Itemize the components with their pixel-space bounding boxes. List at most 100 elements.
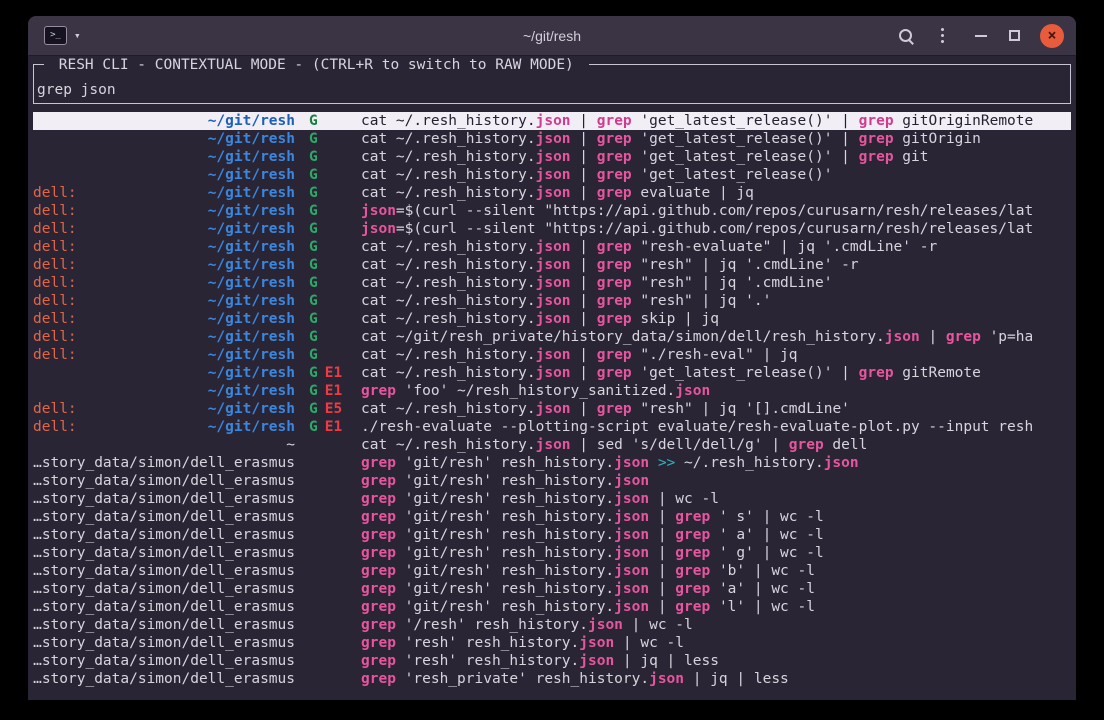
- flags-group: [295, 598, 361, 616]
- command-segment: |: [649, 527, 675, 543]
- command-segment: skip | jq: [632, 311, 719, 327]
- flag-g: G: [309, 328, 318, 346]
- match-highlight: json: [614, 455, 649, 471]
- history-row[interactable]: …story_data/simon/dell_erasmusgrep 'git/…: [33, 526, 1071, 544]
- history-row[interactable]: dell:~/git/reshGcat ~/.resh_history.json…: [33, 274, 1071, 292]
- flags-group: G: [295, 220, 361, 238]
- command-segment: [649, 455, 658, 471]
- flags-group: [295, 490, 361, 508]
- host-label: dell:: [33, 220, 77, 238]
- row-location: …story_data/simon/dell_erasmus: [33, 454, 295, 472]
- history-row[interactable]: dell: ~/git/resh Gcat ~/git/resh_private/h…: [33, 328, 1071, 346]
- flag-e5: E5: [325, 400, 342, 418]
- match-highlight: json: [614, 581, 649, 597]
- history-row[interactable]: …story_data/simon/dell_erasmusgrep 'resh…: [33, 670, 1071, 688]
- history-row[interactable]: …story_data/simon/dell_erasmusgrep 'resh…: [33, 652, 1071, 670]
- match-highlight: grep: [361, 383, 396, 399]
- command-segment: ./resh-evaluate --plotting-script evalua…: [361, 419, 1033, 435]
- match-highlight: grep: [361, 671, 396, 687]
- history-row[interactable]: dell:~/git/reshGjson=$(curl --silent "ht…: [33, 202, 1071, 220]
- match-highlight: grep: [789, 437, 824, 453]
- flag-g: G: [309, 292, 318, 310]
- history-row[interactable]: ~/git/reshGcat ~/.resh_history.json | gr…: [33, 130, 1071, 148]
- directory-label: ~/git/resh: [208, 256, 295, 274]
- match-highlight: json: [614, 563, 649, 579]
- titlebar[interactable]: >_ ▾ ~/git/resh ×: [28, 16, 1076, 56]
- host-label: dell:: [33, 256, 77, 274]
- command-segment: cat ~/git/resh_private/history_data/simo…: [361, 329, 885, 345]
- history-row-selected[interactable]: ~/git/reshGcat ~/.resh_history.json | gr…: [33, 112, 1071, 130]
- host-label: dell:: [33, 328, 77, 346]
- match-highlight: grep: [597, 401, 632, 417]
- command-segment: |: [571, 365, 597, 381]
- directory-label: ~/git/resh: [208, 112, 295, 130]
- history-row[interactable]: …story_data/simon/dell_erasmusgrep 'git/…: [33, 472, 1071, 490]
- minimize-button[interactable]: [975, 35, 987, 37]
- row-location: dell:~/git/resh: [33, 292, 295, 310]
- resh-header-box: RESH CLI - CONTEXTUAL MODE - (CTRL+R to …: [33, 64, 1071, 104]
- command-segment: =$(curl --silent "https://api.github.com…: [396, 221, 1033, 237]
- command-text: cat ~/.resh_history.json | grep "resh" |…: [361, 400, 1071, 418]
- close-button[interactable]: ×: [1040, 24, 1064, 48]
- history-row[interactable]: …story_data/simon/dell_erasmusgrep 'git/…: [33, 562, 1071, 580]
- history-row[interactable]: ~/git/reshGcat ~/.resh_history.json | gr…: [33, 166, 1071, 184]
- command-segment: 'git/resh' resh_history.: [396, 491, 614, 507]
- command-text: cat ~/.resh_history.json | grep "./resh-…: [361, 346, 1071, 364]
- directory-label: ~/git/resh: [208, 328, 295, 346]
- history-row[interactable]: …story_data/simon/dell_erasmusgrep 'git/…: [33, 580, 1071, 598]
- command-segment: >>: [658, 455, 675, 471]
- row-location: …story_data/simon/dell_erasmus: [33, 508, 295, 526]
- history-row[interactable]: …story_data/simon/dell_erasmusgrep 'resh…: [33, 634, 1071, 652]
- history-row[interactable]: dell:~/git/reshGcat ~/.resh_history.json…: [33, 346, 1071, 364]
- flags-group: G: [295, 346, 361, 364]
- chevron-down-icon[interactable]: ▾: [74, 29, 81, 42]
- row-location: dell:~/git/resh: [33, 346, 295, 364]
- row-location: …story_data/simon/dell_erasmus: [33, 544, 295, 562]
- search-query-input[interactable]: grep json: [37, 81, 116, 99]
- flag-g: G: [309, 274, 318, 292]
- match-highlight: json: [649, 671, 684, 687]
- history-row[interactable]: ~cat ~/.resh_history.json | sed 's/dell/…: [33, 436, 1071, 454]
- command-text: cat ~/.resh_history.json | grep "resh" |…: [361, 274, 1071, 292]
- row-location: ~/git/resh: [33, 166, 295, 184]
- match-highlight: json: [536, 167, 571, 183]
- history-row[interactable]: dell:~/git/reshGcat ~/.resh_history.json…: [33, 184, 1071, 202]
- row-location: …story_data/simon/dell_erasmus: [33, 490, 295, 508]
- history-row[interactable]: …story_data/simon/dell_erasmusgrep 'git/…: [33, 598, 1071, 616]
- history-row[interactable]: …story_data/simon/dell_erasmusgrep 'git/…: [33, 490, 1071, 508]
- history-row[interactable]: dell:~/git/reshGE1./resh-evaluate --plot…: [33, 418, 1071, 436]
- command-text: cat ~/.resh_history.json | grep skip | j…: [361, 310, 1071, 328]
- history-row[interactable]: dell:~/git/reshGcat ~/.resh_history.json…: [33, 292, 1071, 310]
- match-highlight: grep: [361, 545, 396, 561]
- command-segment: |: [571, 293, 597, 309]
- history-row[interactable]: ~/git/reshGcat ~/.resh_history.json | gr…: [33, 148, 1071, 166]
- directory-label: ~/git/resh: [208, 220, 295, 238]
- command-segment: cat ~/.resh_history.: [361, 311, 536, 327]
- flags-group: G: [295, 238, 361, 256]
- history-row[interactable]: …story_data/simon/dell_erasmusgrep '/res…: [33, 616, 1071, 634]
- history-row[interactable]: …story_data/simon/dell_erasmusgrep 'git/…: [33, 508, 1071, 526]
- host-label: dell:: [33, 184, 77, 202]
- restore-button[interactable]: [1009, 30, 1020, 41]
- directory-label: …story_data/simon/dell_erasmus: [33, 580, 295, 598]
- flag-e1: E1: [325, 364, 342, 382]
- command-segment: ' g' | wc -l: [710, 545, 824, 561]
- command-segment: =$(curl --silent "https://api.github.com…: [396, 203, 1033, 219]
- history-row[interactable]: dell:~/git/reshGE5cat ~/.resh_history.js…: [33, 400, 1071, 418]
- history-row[interactable]: dell:~/git/reshGcat ~/.resh_history.json…: [33, 310, 1071, 328]
- history-row[interactable]: ~/git/reshGE1grep 'foo' ~/resh_history_s…: [33, 382, 1071, 400]
- history-row[interactable]: ~/git/reshGE1cat ~/.resh_history.json | …: [33, 364, 1071, 382]
- flags-group: [295, 562, 361, 580]
- command-segment: 'git/resh' resh_history.: [396, 581, 614, 597]
- history-row[interactable]: …story_data/simon/dell_erasmusgrep 'git/…: [33, 454, 1071, 472]
- search-icon[interactable]: [897, 27, 915, 45]
- terminal-app-icon[interactable]: >_: [44, 26, 67, 45]
- history-row[interactable]: …story_data/simon/dell_erasmusgrep 'git/…: [33, 544, 1071, 562]
- match-highlight: json: [614, 599, 649, 615]
- menu-kebab-icon[interactable]: [935, 27, 949, 45]
- history-row[interactable]: dell:~/git/reshGcat ~/.resh_history.json…: [33, 256, 1071, 274]
- match-highlight: json: [536, 185, 571, 201]
- history-row[interactable]: dell:~/git/reshGjson=$(curl --silent "ht…: [33, 220, 1071, 238]
- history-row[interactable]: dell:~/git/reshGcat ~/.resh_history.json…: [33, 238, 1071, 256]
- command-segment: 'get_latest_release()': [632, 167, 833, 183]
